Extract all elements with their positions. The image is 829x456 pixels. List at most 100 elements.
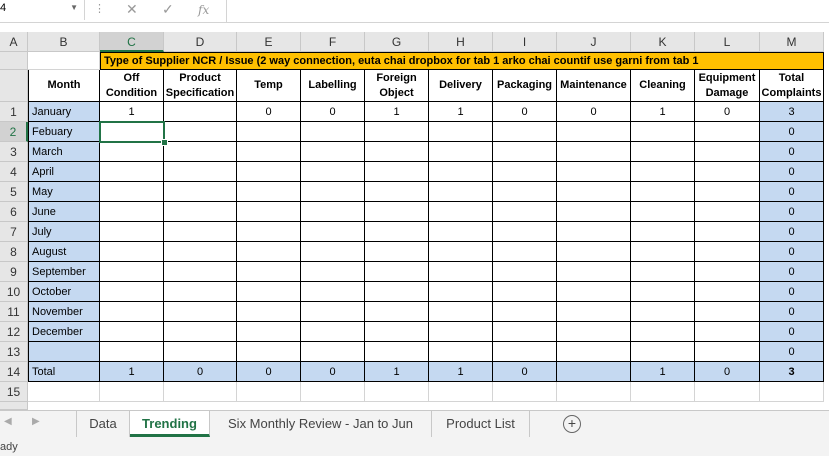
data-cell[interactable] xyxy=(557,242,631,262)
data-cell[interactable] xyxy=(557,202,631,222)
row-total-cell[interactable]: 0 xyxy=(760,302,824,322)
total-value-cell[interactable]: 1 xyxy=(100,362,164,382)
column-header-j[interactable]: J xyxy=(557,32,631,52)
data-cell[interactable] xyxy=(695,222,760,242)
data-cell[interactable]: 1 xyxy=(631,102,695,122)
data-cell[interactable] xyxy=(301,322,365,342)
column-header-h[interactable]: H xyxy=(429,32,493,52)
data-cell[interactable] xyxy=(237,322,301,342)
category-header[interactable]: Packaging xyxy=(493,70,557,102)
data-cell[interactable] xyxy=(695,342,760,362)
total-value-cell[interactable] xyxy=(557,362,631,382)
data-cell[interactable] xyxy=(631,302,695,322)
data-cell[interactable] xyxy=(429,302,493,322)
category-header[interactable]: Foreign Object xyxy=(365,70,429,102)
sheet-tab-six-monthly-review-jan-to-jun[interactable]: Six Monthly Review - Jan to Jun xyxy=(210,411,432,437)
data-cell[interactable] xyxy=(164,322,237,342)
data-cell[interactable] xyxy=(100,242,164,262)
data-cell[interactable] xyxy=(695,202,760,222)
data-cell[interactable] xyxy=(631,222,695,242)
data-cell[interactable] xyxy=(237,202,301,222)
column-header-d[interactable]: D xyxy=(164,32,237,52)
row-header-4[interactable]: 4 xyxy=(0,162,28,182)
data-cell[interactable]: 0 xyxy=(695,102,760,122)
row-header-5[interactable]: 5 xyxy=(0,182,28,202)
data-cell[interactable] xyxy=(557,302,631,322)
total-value-cell[interactable]: 0 xyxy=(164,362,237,382)
data-cell[interactable] xyxy=(695,282,760,302)
sheet-tab-data[interactable]: Data xyxy=(76,411,130,437)
data-cell[interactable] xyxy=(493,302,557,322)
column-header-c[interactable]: C xyxy=(100,32,164,52)
data-cell[interactable] xyxy=(493,242,557,262)
data-cell[interactable] xyxy=(100,162,164,182)
row-total-cell[interactable]: 3 xyxy=(760,102,824,122)
data-cell[interactable] xyxy=(493,162,557,182)
data-cell[interactable] xyxy=(301,122,365,142)
data-cell[interactable] xyxy=(365,122,429,142)
month-cell[interactable]: March xyxy=(28,142,100,162)
data-cell[interactable] xyxy=(164,242,237,262)
data-cell[interactable] xyxy=(100,302,164,322)
name-box[interactable]: 4 ▼ xyxy=(0,0,85,20)
total-value-cell[interactable]: 1 xyxy=(365,362,429,382)
data-cell[interactable]: 0 xyxy=(301,102,365,122)
data-cell[interactable] xyxy=(100,142,164,162)
row-header-10[interactable]: 10 xyxy=(0,282,28,302)
data-cell[interactable] xyxy=(100,342,164,362)
total-value-cell[interactable]: 0 xyxy=(493,362,557,382)
column-header-m[interactable]: M xyxy=(760,32,824,52)
category-header[interactable]: Product Specification xyxy=(164,70,237,102)
row-total-cell[interactable]: 0 xyxy=(760,202,824,222)
data-cell[interactable] xyxy=(164,162,237,182)
row-header-7[interactable]: 7 xyxy=(0,222,28,242)
data-cell[interactable] xyxy=(365,342,429,362)
month-cell[interactable]: January xyxy=(28,102,100,122)
month-header[interactable]: Month xyxy=(28,70,100,102)
row-total-cell[interactable]: 0 xyxy=(760,122,824,142)
month-cell[interactable]: May xyxy=(28,182,100,202)
column-header-l[interactable]: L xyxy=(695,32,760,52)
empty-cell[interactable] xyxy=(760,382,824,402)
row-total-cell[interactable]: 0 xyxy=(760,182,824,202)
row-total-cell[interactable]: 0 xyxy=(760,222,824,242)
month-cell[interactable]: October xyxy=(28,282,100,302)
empty-cell[interactable] xyxy=(100,382,164,402)
data-cell[interactable] xyxy=(557,142,631,162)
data-cell[interactable] xyxy=(493,322,557,342)
data-cell[interactable] xyxy=(237,162,301,182)
column-header-e[interactable]: E xyxy=(237,32,301,52)
data-cell[interactable] xyxy=(493,142,557,162)
data-cell[interactable] xyxy=(164,142,237,162)
cell-b-banner[interactable] xyxy=(28,52,100,70)
data-cell[interactable]: 1 xyxy=(100,102,164,122)
data-cell[interactable] xyxy=(557,282,631,302)
data-cell[interactable] xyxy=(100,322,164,342)
data-cell[interactable] xyxy=(631,282,695,302)
row-total-cell[interactable]: 0 xyxy=(760,242,824,262)
row-total-cell[interactable]: 0 xyxy=(760,342,824,362)
data-cell[interactable] xyxy=(164,222,237,242)
data-cell[interactable] xyxy=(365,202,429,222)
category-header[interactable]: Temp xyxy=(237,70,301,102)
month-cell[interactable]: August xyxy=(28,242,100,262)
row-header-11[interactable]: 11 xyxy=(0,302,28,322)
data-cell[interactable] xyxy=(164,122,237,142)
total-complaints-header[interactable]: Total Complaints xyxy=(760,70,824,102)
add-sheet-icon[interactable]: + xyxy=(563,415,581,433)
month-cell[interactable]: December xyxy=(28,322,100,342)
data-cell[interactable] xyxy=(429,222,493,242)
enter-icon[interactable]: ✓ xyxy=(162,1,174,18)
category-header[interactable]: Off Condition xyxy=(100,70,164,102)
row-total-cell[interactable]: 0 xyxy=(760,262,824,282)
row-total-cell[interactable]: 0 xyxy=(760,142,824,162)
data-cell[interactable] xyxy=(557,222,631,242)
category-header[interactable]: Cleaning xyxy=(631,70,695,102)
data-cell[interactable] xyxy=(695,302,760,322)
row-header-13[interactable]: 13 xyxy=(0,342,28,362)
data-cell[interactable]: 1 xyxy=(365,102,429,122)
data-cell[interactable] xyxy=(237,282,301,302)
data-cell[interactable] xyxy=(557,182,631,202)
data-cell[interactable] xyxy=(100,202,164,222)
column-header-i[interactable]: I xyxy=(493,32,557,52)
